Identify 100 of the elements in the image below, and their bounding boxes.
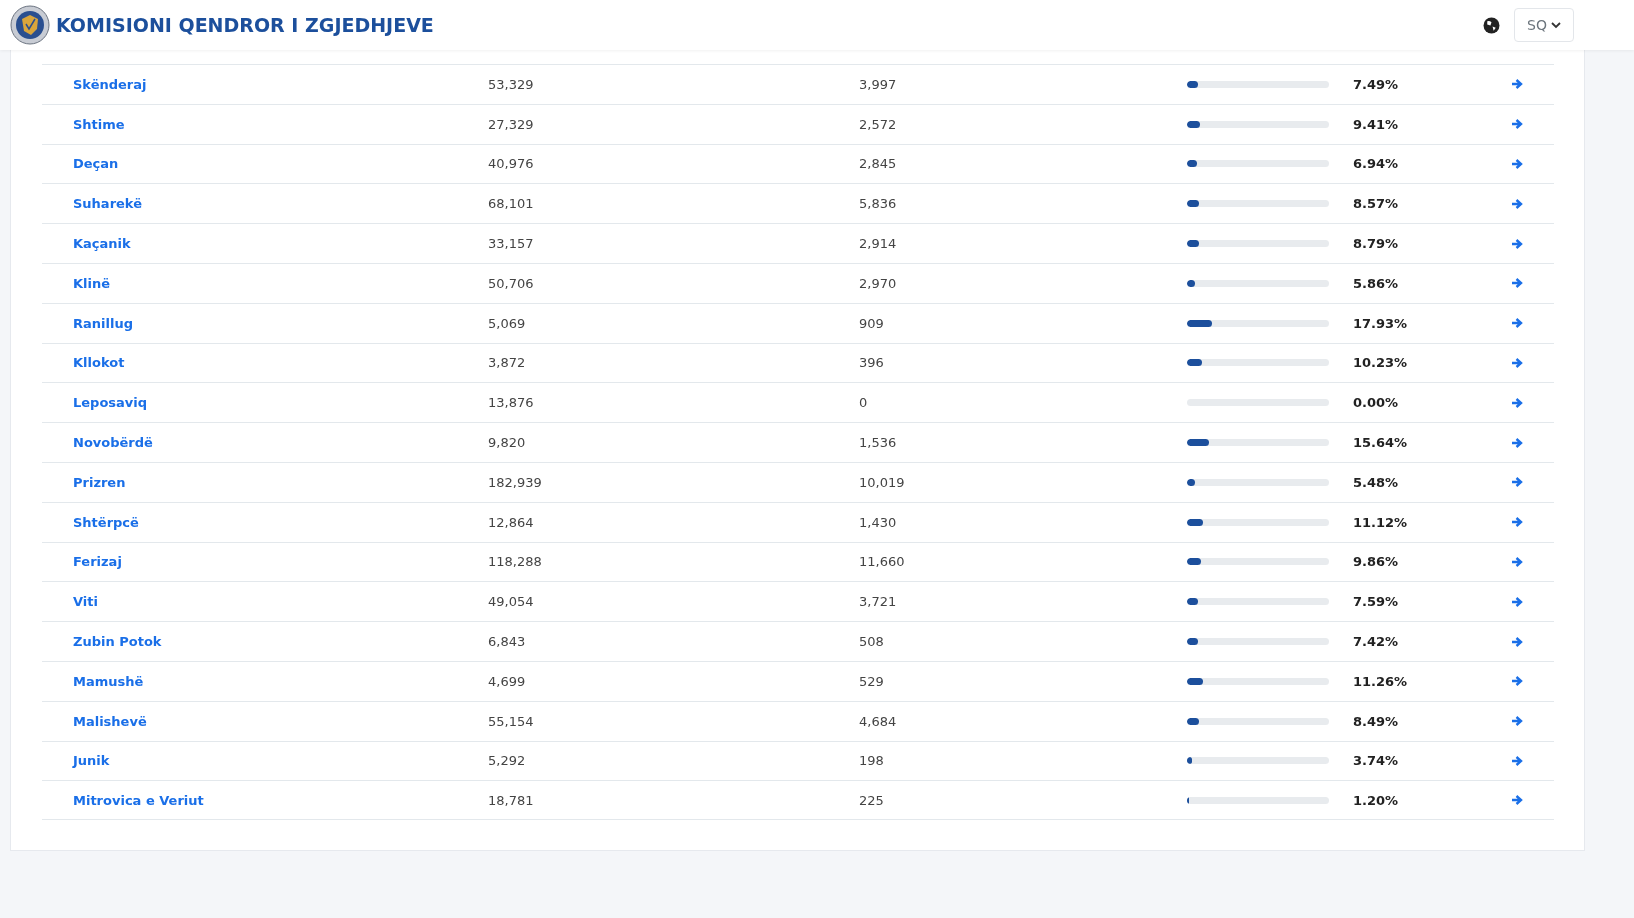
table-cell-text: 5,069 [488, 315, 527, 331]
municipality-link[interactable]: Ranillug [73, 315, 488, 331]
table-cell-text: 9,820 [488, 435, 527, 451]
arrow-right-icon[interactable] [1511, 197, 1523, 210]
site-title: KOMISIONI QENDROR I ZGJEDHJEVE [56, 14, 435, 36]
percentage: 9.86% [1353, 554, 1400, 570]
table-cell-text: 1,536 [859, 435, 898, 451]
table-cell-text: 3,721 [859, 594, 898, 610]
percentage: 11.26% [1353, 673, 1409, 689]
table-cell-text: 1,430 [859, 514, 898, 530]
municipality-link[interactable]: Leposaviq [73, 395, 488, 411]
table-cell-text: 4,684 [859, 713, 898, 729]
table-cell-text: 53,329 [488, 76, 535, 92]
percentage: 7.42% [1353, 634, 1400, 650]
table-cell-text: 4,699 [488, 673, 527, 689]
table-cell-text: 2,845 [859, 156, 898, 172]
table-cell-text: 12,864 [488, 514, 535, 530]
table-cell-text: 909 [859, 315, 885, 331]
table-cell-text: 27,329 [488, 116, 535, 132]
municipality-link[interactable]: Malishevë [73, 713, 488, 729]
municipality-link[interactable]: Kaçanik [73, 236, 488, 252]
percentage: 7.49% [1353, 76, 1400, 92]
municipality-link[interactable]: Mitrovica e Veriut [73, 792, 488, 808]
table-cell-text: 118,288 [488, 554, 543, 570]
table-cell-text: 508 [859, 634, 885, 650]
arrow-right-icon[interactable] [1511, 555, 1523, 568]
table-cell-text: 3,997 [859, 76, 898, 92]
arrow-right-icon[interactable] [1511, 754, 1523, 767]
percentage: 5.48% [1353, 474, 1400, 490]
arrow-right-icon[interactable] [1511, 78, 1523, 91]
arrow-right-icon[interactable] [1511, 516, 1523, 529]
table-cell-text: 33,157 [488, 236, 535, 252]
table-cell-text: 225 [859, 792, 885, 808]
arrow-right-icon[interactable] [1511, 237, 1523, 250]
arrow-right-icon[interactable] [1511, 715, 1523, 728]
arrow-right-icon[interactable] [1511, 794, 1523, 807]
table-cell-text: 18,781 [488, 792, 535, 808]
percentage: 6.94% [1353, 156, 1400, 172]
table-cell-text: 198 [859, 753, 885, 769]
municipality-link[interactable]: Mamushë [73, 673, 488, 689]
arrow-right-icon[interactable] [1511, 476, 1523, 489]
municipality-link[interactable]: Shtime [73, 116, 488, 132]
language-select[interactable]: SQ [1514, 8, 1574, 42]
arrow-right-icon[interactable] [1511, 277, 1523, 290]
table-cell-text: 0 [859, 395, 869, 411]
table-cell-text: 5,292 [488, 753, 527, 769]
table-cell-text: 2,914 [859, 236, 898, 252]
municipality-link[interactable]: Deçan [73, 156, 488, 172]
table-cell-text: 182,939 [488, 474, 543, 490]
chevron-icon [1551, 21, 1561, 29]
municipality-link[interactable]: Zubin Potok [73, 634, 488, 650]
arrow-right-icon[interactable] [1511, 317, 1523, 330]
percentage: 8.49% [1353, 713, 1400, 729]
percentage: 11.12% [1353, 514, 1409, 530]
arrow-right-icon[interactable] [1511, 436, 1523, 449]
percentage: 5.86% [1353, 275, 1400, 291]
municipality-link[interactable]: Klinë [73, 275, 488, 291]
percentage: 10.23% [1353, 355, 1409, 371]
table-cell-text: 68,101 [488, 196, 535, 212]
percentage: 17.93% [1353, 315, 1409, 331]
table-cell-text: 11,660 [859, 554, 906, 570]
municipality-link[interactable]: Kllokot [73, 355, 488, 371]
table-cell-text: 50,706 [488, 275, 535, 291]
table-cell-text: 55,154 [488, 713, 535, 729]
percentage: 8.79% [1353, 236, 1400, 252]
municipality-link[interactable]: Shtërpcë [73, 514, 488, 530]
percentage: 0.00% [1353, 395, 1400, 411]
municipality-link[interactable]: Junik [73, 753, 488, 769]
municipality-link[interactable]: Skënderaj [73, 76, 488, 92]
percentage: 7.59% [1353, 594, 1400, 610]
percentage: 1.20% [1353, 792, 1400, 808]
percentage: 3.74% [1353, 753, 1400, 769]
arrow-right-icon[interactable] [1511, 356, 1523, 369]
arrow-right-icon[interactable] [1511, 158, 1523, 170]
percentage: 15.64% [1353, 435, 1409, 451]
emblem-logo [10, 5, 50, 45]
table-cell-text: 2,572 [859, 116, 898, 132]
table-cell-text: 40,976 [488, 156, 535, 172]
globe-icon[interactable] [1483, 16, 1501, 34]
table-cell-text: 396 [859, 355, 885, 371]
arrow-right-icon[interactable] [1511, 675, 1523, 688]
table-cell-text: 10,019 [859, 474, 906, 490]
table-cell-text: 2,970 [859, 275, 898, 291]
arrow-right-icon[interactable] [1511, 118, 1523, 131]
percentage: 8.57% [1353, 196, 1400, 212]
arrow-right-icon[interactable] [1511, 396, 1523, 409]
arrow-right-icon[interactable] [1511, 635, 1523, 648]
table-cell-text: 5,836 [859, 196, 898, 212]
table-cell-text: 3,872 [488, 355, 527, 371]
municipality-link[interactable]: Suharekë [73, 196, 488, 212]
table-cell-text: 49,054 [488, 594, 535, 610]
municipality-link[interactable]: Prizren [73, 474, 488, 490]
table-cell-text: 6,843 [488, 634, 527, 650]
arrow-right-icon[interactable] [1511, 595, 1523, 608]
municipality-link[interactable]: Ferizaj [73, 554, 488, 570]
municipality-link[interactable]: Novobërdë [73, 435, 488, 451]
percentage: 9.41% [1353, 116, 1400, 132]
table-cell-text: 13,876 [488, 395, 535, 411]
table-cell-text: 529 [859, 673, 885, 689]
municipality-link[interactable]: Viti [73, 594, 488, 610]
